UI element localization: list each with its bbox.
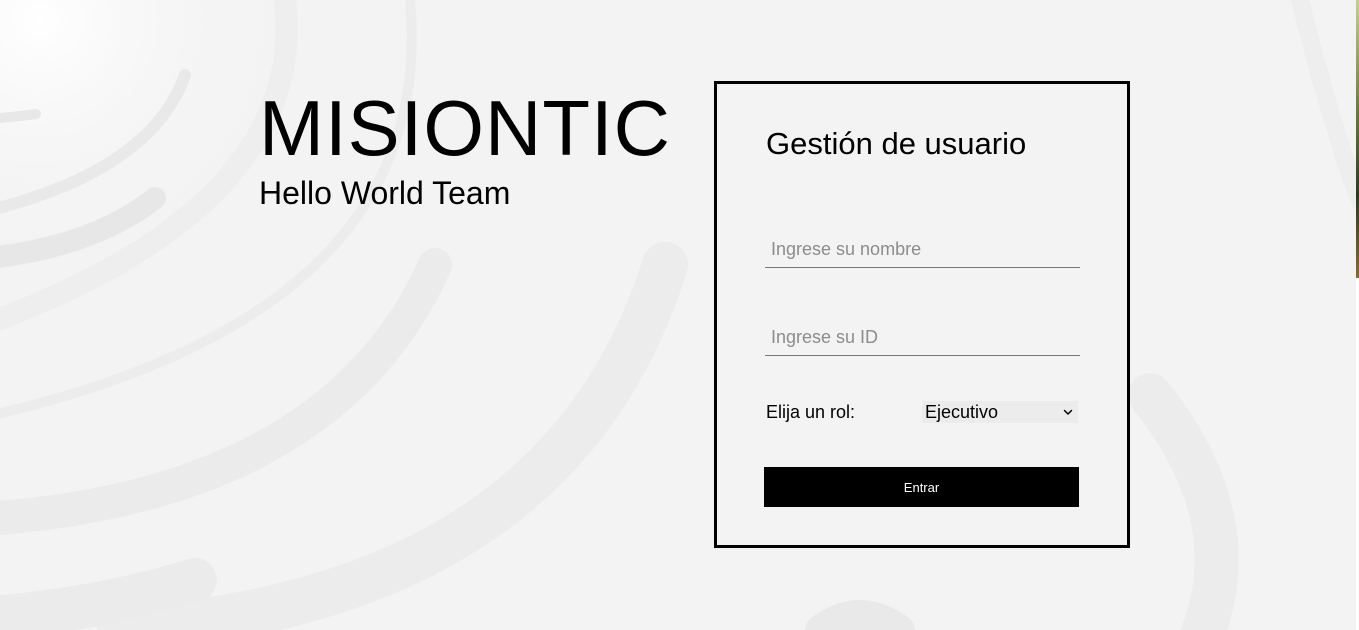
- submit-button[interactable]: Entrar: [764, 467, 1079, 507]
- name-input[interactable]: [765, 232, 1080, 268]
- role-selected-value: Ejecutivo: [925, 402, 999, 422]
- form-title: Gestión de usuario: [766, 126, 1027, 161]
- id-input[interactable]: [765, 320, 1080, 356]
- chevron-down-icon: [1063, 409, 1073, 415]
- role-label: Elija un rol:: [766, 402, 856, 422]
- role-select[interactable]: Ejecutivo: [922, 401, 1078, 423]
- background-arcs: [0, 0, 1359, 630]
- brand-subtitle: Hello World Team: [259, 175, 511, 211]
- login-page: MISIONTIC Hello World Team Gestión de us…: [0, 0, 1359, 630]
- brand-title: MISIONTIC: [259, 84, 671, 172]
- user-management-form: Gestión de usuario Elija un rol: Ejecuti…: [714, 81, 1130, 548]
- brand-block: MISIONTIC Hello World Team: [259, 86, 671, 212]
